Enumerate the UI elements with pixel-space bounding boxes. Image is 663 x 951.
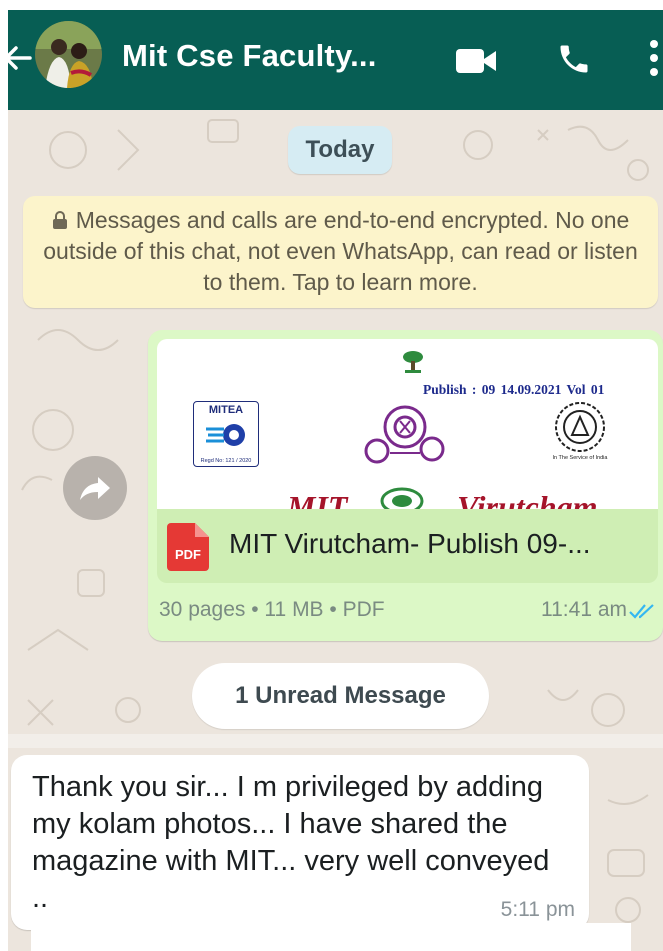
document-file-name: MIT Virutcham- Publish 09-... [229,528,591,559]
chat-header: Mit Cse Faculty... [8,10,663,110]
seal-caption: In The Service of India [552,455,608,461]
encryption-notice-text: Messages and calls are end-to-end encryp… [43,207,638,295]
mitea-logo-text: MITEA [208,404,244,416]
chat-title[interactable]: Mit Cse Faculty... [122,38,377,74]
tree-emblem-icon [380,487,424,509]
tree-logo-icon [403,351,423,373]
document-file-row[interactable]: PDF MIT Virutcham- Publish 09-... [157,509,658,583]
forward-icon [80,477,110,500]
incoming-message-time: 5:11 pm [500,898,575,921]
unread-messages-label: 1 Unread Message [192,663,489,729]
back-arrow-icon[interactable] [8,38,32,78]
magazine-title-right: Virutcham [457,489,598,509]
pdf-file-icon: PDF [167,523,209,571]
outgoing-document-message[interactable]: Publish : 09 14.09.2021 Vol 01 MITEA Reg… [148,330,663,641]
group-avatar[interactable] [35,21,102,88]
mitea-registration: Regd No: 121 / 2020 [200,458,252,464]
video-call-icon[interactable] [454,46,498,76]
unread-divider [8,734,663,748]
seal-icon [555,402,605,452]
incoming-message[interactable]: Thank you sir... I m privileged by addin… [11,755,589,930]
incoming-message-text: Thank you sir... I m privileged by addin… [32,771,550,914]
read-ticks-icon [629,604,654,619]
bottom-bar [31,923,631,951]
document-preview[interactable]: Publish : 09 14.09.2021 Vol 01 MITEA Reg… [157,339,658,509]
chat-window: Mit Cse Faculty... Today Messages and ca… [8,10,663,951]
more-vert-icon[interactable] [648,38,660,78]
lock-icon [52,211,67,229]
gear-icon [206,424,245,446]
document-meta: 30 pages • 11 MB • PDF [159,598,385,621]
publish-line: Publish : 09 14.09.2021 Vol 01 [423,382,605,397]
mit-seal: In The Service of India [552,399,608,469]
date-separator: Today [288,126,392,174]
magazine-title-left: MIT [287,489,348,509]
department-emblem [364,405,445,464]
pdf-badge-label: PDF [175,547,201,562]
encryption-notice[interactable]: Messages and calls are end-to-end encryp… [23,196,658,308]
message-time: 11:41 am [541,598,627,621]
forward-button[interactable] [63,456,127,520]
mitea-logo: MITEA Regd No: 121 / 2020 [193,401,259,467]
phone-icon[interactable] [556,40,592,78]
